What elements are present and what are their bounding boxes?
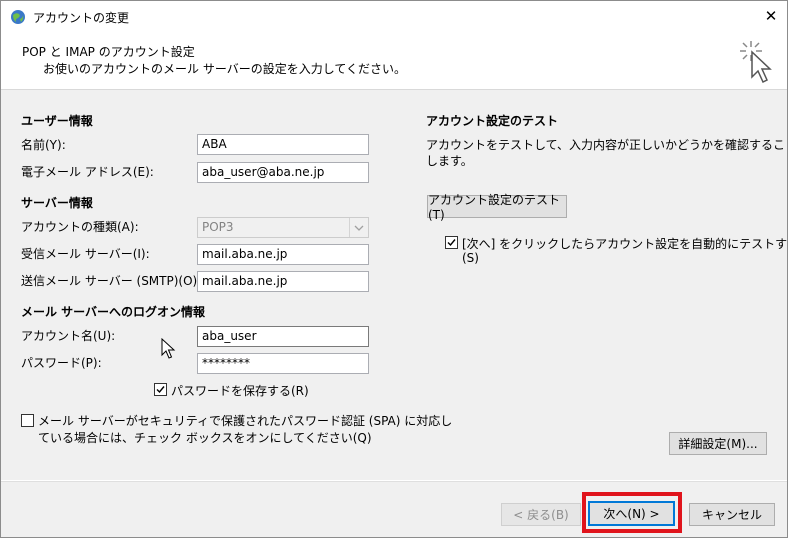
spa-label-line2[interactable]: ている場合には、チェック ボックスをオンにしてください(Q) <box>38 429 372 446</box>
account-change-dialog: アカウントの変更 ✕ POP と IMAP のアカウント設定 お使いのアカウント… <box>0 0 788 538</box>
globe-icon <box>11 10 25 24</box>
outgoing-server-field[interactable]: mail.aba.ne.jp <box>197 271 369 292</box>
next-button-highlight <box>582 492 682 533</box>
password-field[interactable]: ******** <box>197 353 369 374</box>
window-title: アカウントの変更 <box>33 11 130 25</box>
wizard-cursor-icon <box>740 41 772 84</box>
user-info-heading: ユーザー情報 <box>21 114 93 128</box>
account-name-label: アカウント名(U): <box>21 329 116 343</box>
remember-password-label[interactable]: パスワードを保存する(R) <box>171 382 309 399</box>
close-button[interactable]: ✕ <box>759 5 783 27</box>
spa-label-line1[interactable]: メール サーバーがセキュリティで保護されたパスワード認証 (SPA) に対応し <box>38 412 452 429</box>
account-name-field[interactable]: aba_user <box>197 326 369 347</box>
outgoing-server-label: 送信メール サーバー (SMTP)(O): <box>21 274 202 288</box>
page-subtitle: お使いのアカウントのメール サーバーの設定を入力してください。 <box>43 62 406 76</box>
dialog-body: ユーザー情報 名前(Y): ABA 電子メール アドレス(E): aba_use… <box>1 90 787 480</box>
name-field[interactable]: ABA <box>197 134 369 155</box>
remember-password-checkbox[interactable] <box>154 383 167 396</box>
incoming-server-field[interactable]: mail.aba.ne.jp <box>197 244 369 265</box>
email-label: 電子メール アドレス(E): <box>21 165 154 179</box>
server-info-heading: サーバー情報 <box>21 196 93 210</box>
account-type-value: POP3 <box>202 220 234 234</box>
account-type-label: アカウントの種類(A): <box>21 220 139 234</box>
test-description-line1: アカウントをテストして、入力内容が正しいかどうかを確認することをお勧め <box>426 138 787 152</box>
close-icon: ✕ <box>764 7 778 25</box>
dialog-header: POP と IMAP のアカウント設定 お使いのアカウントのメール サーバーの設… <box>1 31 787 90</box>
logon-info-heading: メール サーバーへのログオン情報 <box>21 305 206 319</box>
advanced-settings-button[interactable]: 詳細設定(M)... <box>669 432 767 455</box>
account-type-select[interactable]: POP3 <box>197 217 369 238</box>
title-bar: アカウントの変更 ✕ <box>1 1 787 31</box>
test-heading: アカウント設定のテスト <box>426 114 559 128</box>
test-account-button[interactable]: アカウント設定のテスト(T) <box>427 193 567 222</box>
mouse-cursor-icon <box>161 338 176 359</box>
auto-test-label-line1[interactable]: [次へ] をクリックしたらアカウント設定を自動的にテストする <box>462 235 787 252</box>
email-field[interactable]: aba_user@aba.ne.jp <box>197 162 369 183</box>
password-label: パスワード(P): <box>21 356 102 370</box>
test-description-line2: します。 <box>426 154 473 168</box>
auto-test-checkbox[interactable] <box>445 236 458 249</box>
checkmark-icon <box>447 239 456 247</box>
cancel-button[interactable]: キャンセル <box>689 503 775 526</box>
page-title: POP と IMAP のアカウント設定 <box>22 45 195 59</box>
name-label: 名前(Y): <box>21 138 66 152</box>
back-button[interactable]: < 戻る(B) <box>501 503 581 526</box>
auto-test-label-line2[interactable]: (S) <box>462 251 479 265</box>
incoming-server-label: 受信メール サーバー(I): <box>21 247 150 261</box>
spa-checkbox[interactable] <box>21 414 34 427</box>
checkmark-icon <box>156 386 165 394</box>
chevron-down-icon <box>349 218 368 237</box>
